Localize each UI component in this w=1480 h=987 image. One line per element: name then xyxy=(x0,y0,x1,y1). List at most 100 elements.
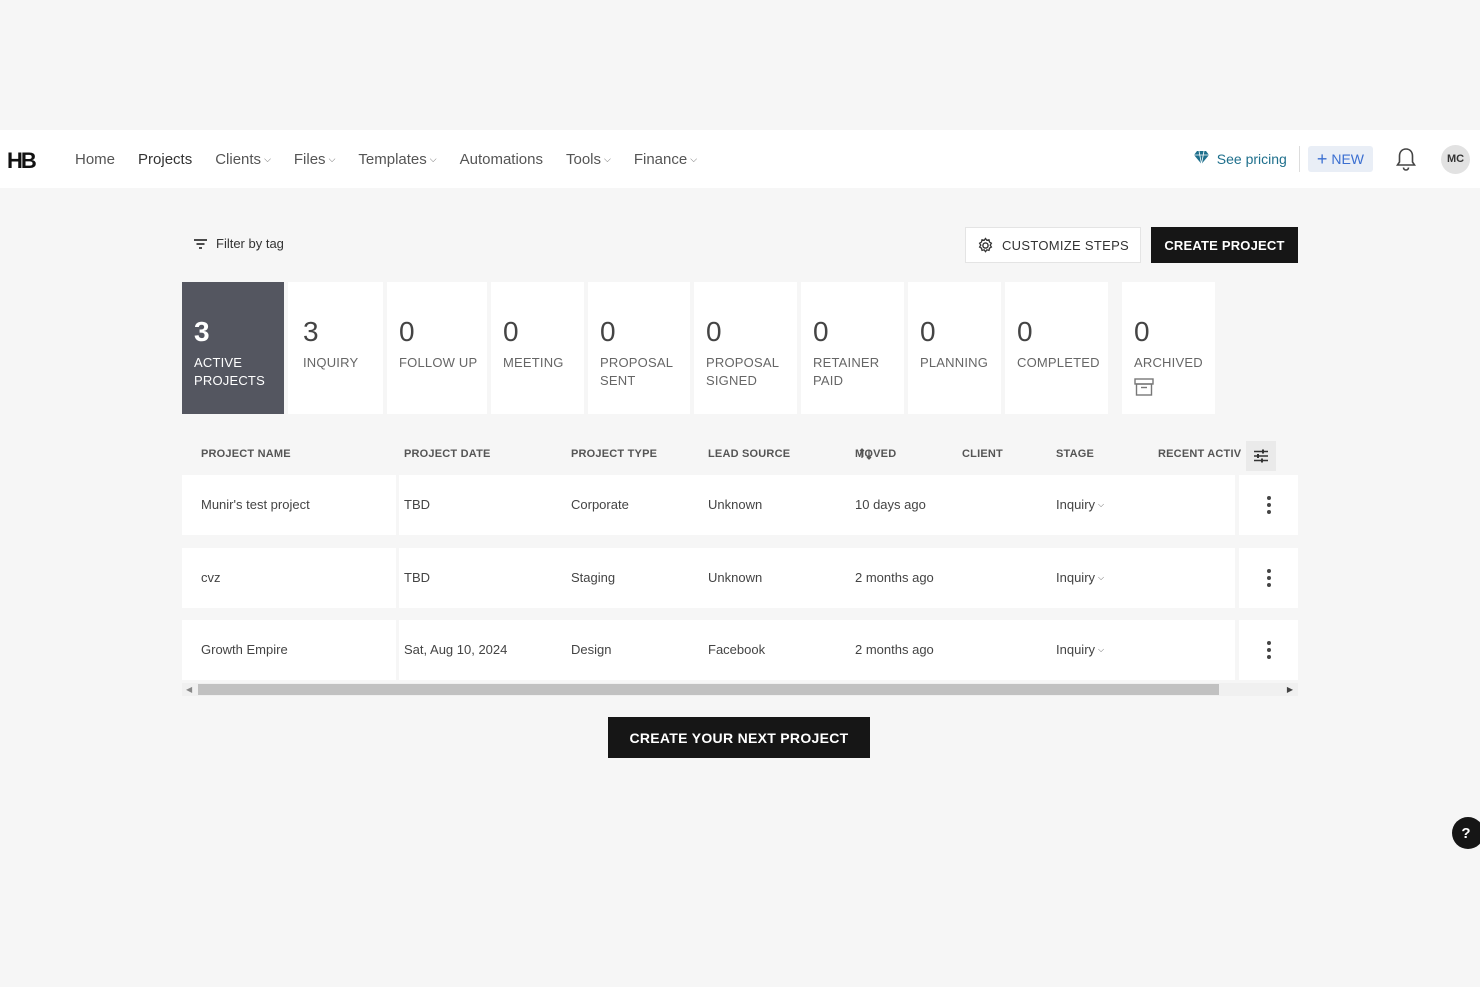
top-nav: HB Home Projects Clients ⌵ Files ⌵ Templat… xyxy=(0,130,1480,188)
nav-item-tools[interactable]: Tools ⌵ xyxy=(566,151,611,168)
moved: 10 days ago xyxy=(855,497,926,512)
help-button[interactable]: ? xyxy=(1452,817,1480,849)
stage-label: Inquiry xyxy=(1056,642,1096,657)
row-menu-button[interactable] xyxy=(1239,548,1298,608)
project-date: Sat, Aug 10, 2024 xyxy=(404,642,508,657)
project-name[interactable]: cvz xyxy=(201,570,221,585)
project-type: Staging xyxy=(571,570,616,585)
chevron-down-icon: ⌵ xyxy=(328,153,336,164)
step-count: 3 xyxy=(194,316,210,347)
chevron-down-icon: ⌵ xyxy=(690,153,698,164)
nav-item-label: Home xyxy=(75,150,116,168)
project-date: TBD xyxy=(404,497,430,512)
row-menu-button[interactable] xyxy=(1239,475,1298,535)
create-project-button[interactable]: CREATE PROJECT xyxy=(1151,227,1298,263)
table-row[interactable]: Growth Empire Sat, Aug 10, 2024 Design F… xyxy=(182,620,1298,680)
table-cell xyxy=(399,548,1235,608)
project-name[interactable]: Munir's test project xyxy=(201,497,310,512)
step-proposal-signed[interactable]: 0 PROPOSAL SIGNED xyxy=(694,282,797,414)
chevron-down-icon: ⌵ xyxy=(264,153,271,164)
column-header[interactable]: RECENT ACTIV xyxy=(1158,448,1241,460)
step-label: COMPLETED xyxy=(1017,355,1100,370)
step-label: ACTIVE PROJECTS xyxy=(194,355,265,388)
stage-dropdown[interactable]: Inquiry ⌵ xyxy=(1056,497,1104,512)
nav-item-label: Tools xyxy=(565,150,602,168)
archive-icon xyxy=(1134,378,1154,396)
column-header[interactable]: PROJECT TYPE xyxy=(571,448,657,460)
filter-by-tag-button[interactable]: Filter by tag xyxy=(193,236,284,251)
sliders-icon xyxy=(1254,449,1268,463)
nav-item-label: Projects xyxy=(138,150,193,168)
see-pricing-label: See pricing xyxy=(1216,151,1287,167)
step-count: 0 xyxy=(813,316,829,347)
table-row[interactable]: Munir's test project TBD Corporate Unkno… xyxy=(182,475,1298,535)
column-header[interactable]: STAGE xyxy=(1056,448,1094,460)
nav-item-projects[interactable]: Projects xyxy=(138,151,192,168)
step-proposal-sent[interactable]: 0 PROPOSAL SENT xyxy=(588,282,690,414)
column-header[interactable]: PROJECT NAME xyxy=(201,448,291,460)
step-label: FOLLOW UP xyxy=(399,355,478,370)
step-label: MEETING xyxy=(503,355,564,370)
step-follow-up[interactable]: 0 FOLLOW UP xyxy=(387,282,487,414)
table-cell xyxy=(399,620,1235,680)
chevron-down-icon: ⌵ xyxy=(604,153,611,164)
column-header-label: MOVED xyxy=(855,448,897,460)
create-next-project-button[interactable]: CREATE YOUR NEXT PROJECT xyxy=(608,717,870,758)
step-meeting[interactable]: 0 MEETING xyxy=(491,282,584,414)
scroll-right-icon[interactable]: ▶ xyxy=(1287,685,1293,694)
nav-item-automations[interactable]: Automations xyxy=(460,151,543,168)
divider xyxy=(1298,146,1300,172)
scroll-left-icon[interactable]: ◀ xyxy=(186,685,192,694)
step-count: 0 xyxy=(1134,316,1150,347)
chevron-down-icon: ⌵ xyxy=(1098,499,1105,509)
nav-item-clients[interactable]: Clients ⌵ xyxy=(215,151,271,168)
nav-item-label: Automations xyxy=(459,150,543,168)
chevron-down-icon: ⌵ xyxy=(429,153,437,164)
scrollbar-thumb[interactable] xyxy=(198,684,1219,695)
step-retainer-paid[interactable]: 0 RETAINER PAID xyxy=(801,282,904,414)
stage-label: Inquiry xyxy=(1056,497,1096,512)
nav-item-templates[interactable]: Templates ⌵ xyxy=(358,151,436,168)
step-count: 0 xyxy=(503,316,519,347)
step-label: INQUIRY xyxy=(303,355,359,370)
new-button-label: NEW xyxy=(1331,151,1364,167)
step-label: RETAINER PAID xyxy=(813,355,880,388)
step-label: ARCHIVED xyxy=(1134,355,1203,370)
gear-icon xyxy=(978,236,993,253)
step-inquiry[interactable]: 3 INQUIRY xyxy=(288,282,383,414)
chevron-down-icon: ⌵ xyxy=(1098,644,1105,654)
hb-logo[interactable]: HB xyxy=(7,148,37,174)
bell-icon[interactable] xyxy=(1395,147,1417,171)
nav-item-finance[interactable]: Finance ⌵ xyxy=(634,151,697,168)
project-type: Design xyxy=(571,642,612,657)
step-planning[interactable]: 0 PLANNING xyxy=(908,282,1001,414)
column-settings-button[interactable] xyxy=(1246,441,1276,471)
stage-dropdown[interactable]: Inquiry ⌵ xyxy=(1056,642,1104,657)
nav-item-home[interactable]: Home xyxy=(75,151,115,168)
moved: 2 months ago xyxy=(855,570,934,585)
project-name[interactable]: Growth Empire xyxy=(201,642,288,657)
new-button[interactable]: + NEW xyxy=(1307,146,1373,172)
step-count: 0 xyxy=(600,316,616,347)
customize-steps-button[interactable]: CUSTOMIZE STEPS xyxy=(965,227,1141,263)
row-menu-button[interactable] xyxy=(1239,620,1298,680)
lead-source: Unknown xyxy=(708,570,763,585)
step-label: PLANNING xyxy=(920,355,989,370)
column-header[interactable]: PROJECT DATE xyxy=(404,448,491,460)
plus-icon: + xyxy=(1316,149,1328,169)
step-archived[interactable]: 0 ARCHIVED xyxy=(1122,282,1215,414)
avatar[interactable]: MC xyxy=(1441,144,1470,174)
stage-dropdown[interactable]: Inquiry ⌵ xyxy=(1056,570,1104,585)
table-row[interactable]: cvz TBD Staging Unknown 2 months ago Inq… xyxy=(182,548,1298,608)
horizontal-scrollbar[interactable]: ◀ ▶ xyxy=(182,683,1298,696)
column-header[interactable]: CLIENT xyxy=(962,448,1003,460)
step-completed[interactable]: 0 COMPLETED xyxy=(1005,282,1108,414)
see-pricing-link[interactable]: See pricing xyxy=(1193,150,1287,167)
step-active-projects[interactable]: 3 ACTIVE PROJECTS xyxy=(182,282,284,414)
nav-item-files[interactable]: Files ⌵ xyxy=(294,151,336,168)
column-header-moved[interactable]: MOVED xyxy=(855,448,896,460)
column-header[interactable]: LEAD SOURCE xyxy=(708,448,790,460)
moved: 2 months ago xyxy=(855,642,934,657)
more-vertical-icon xyxy=(1266,496,1271,514)
step-count: 3 xyxy=(303,316,319,347)
